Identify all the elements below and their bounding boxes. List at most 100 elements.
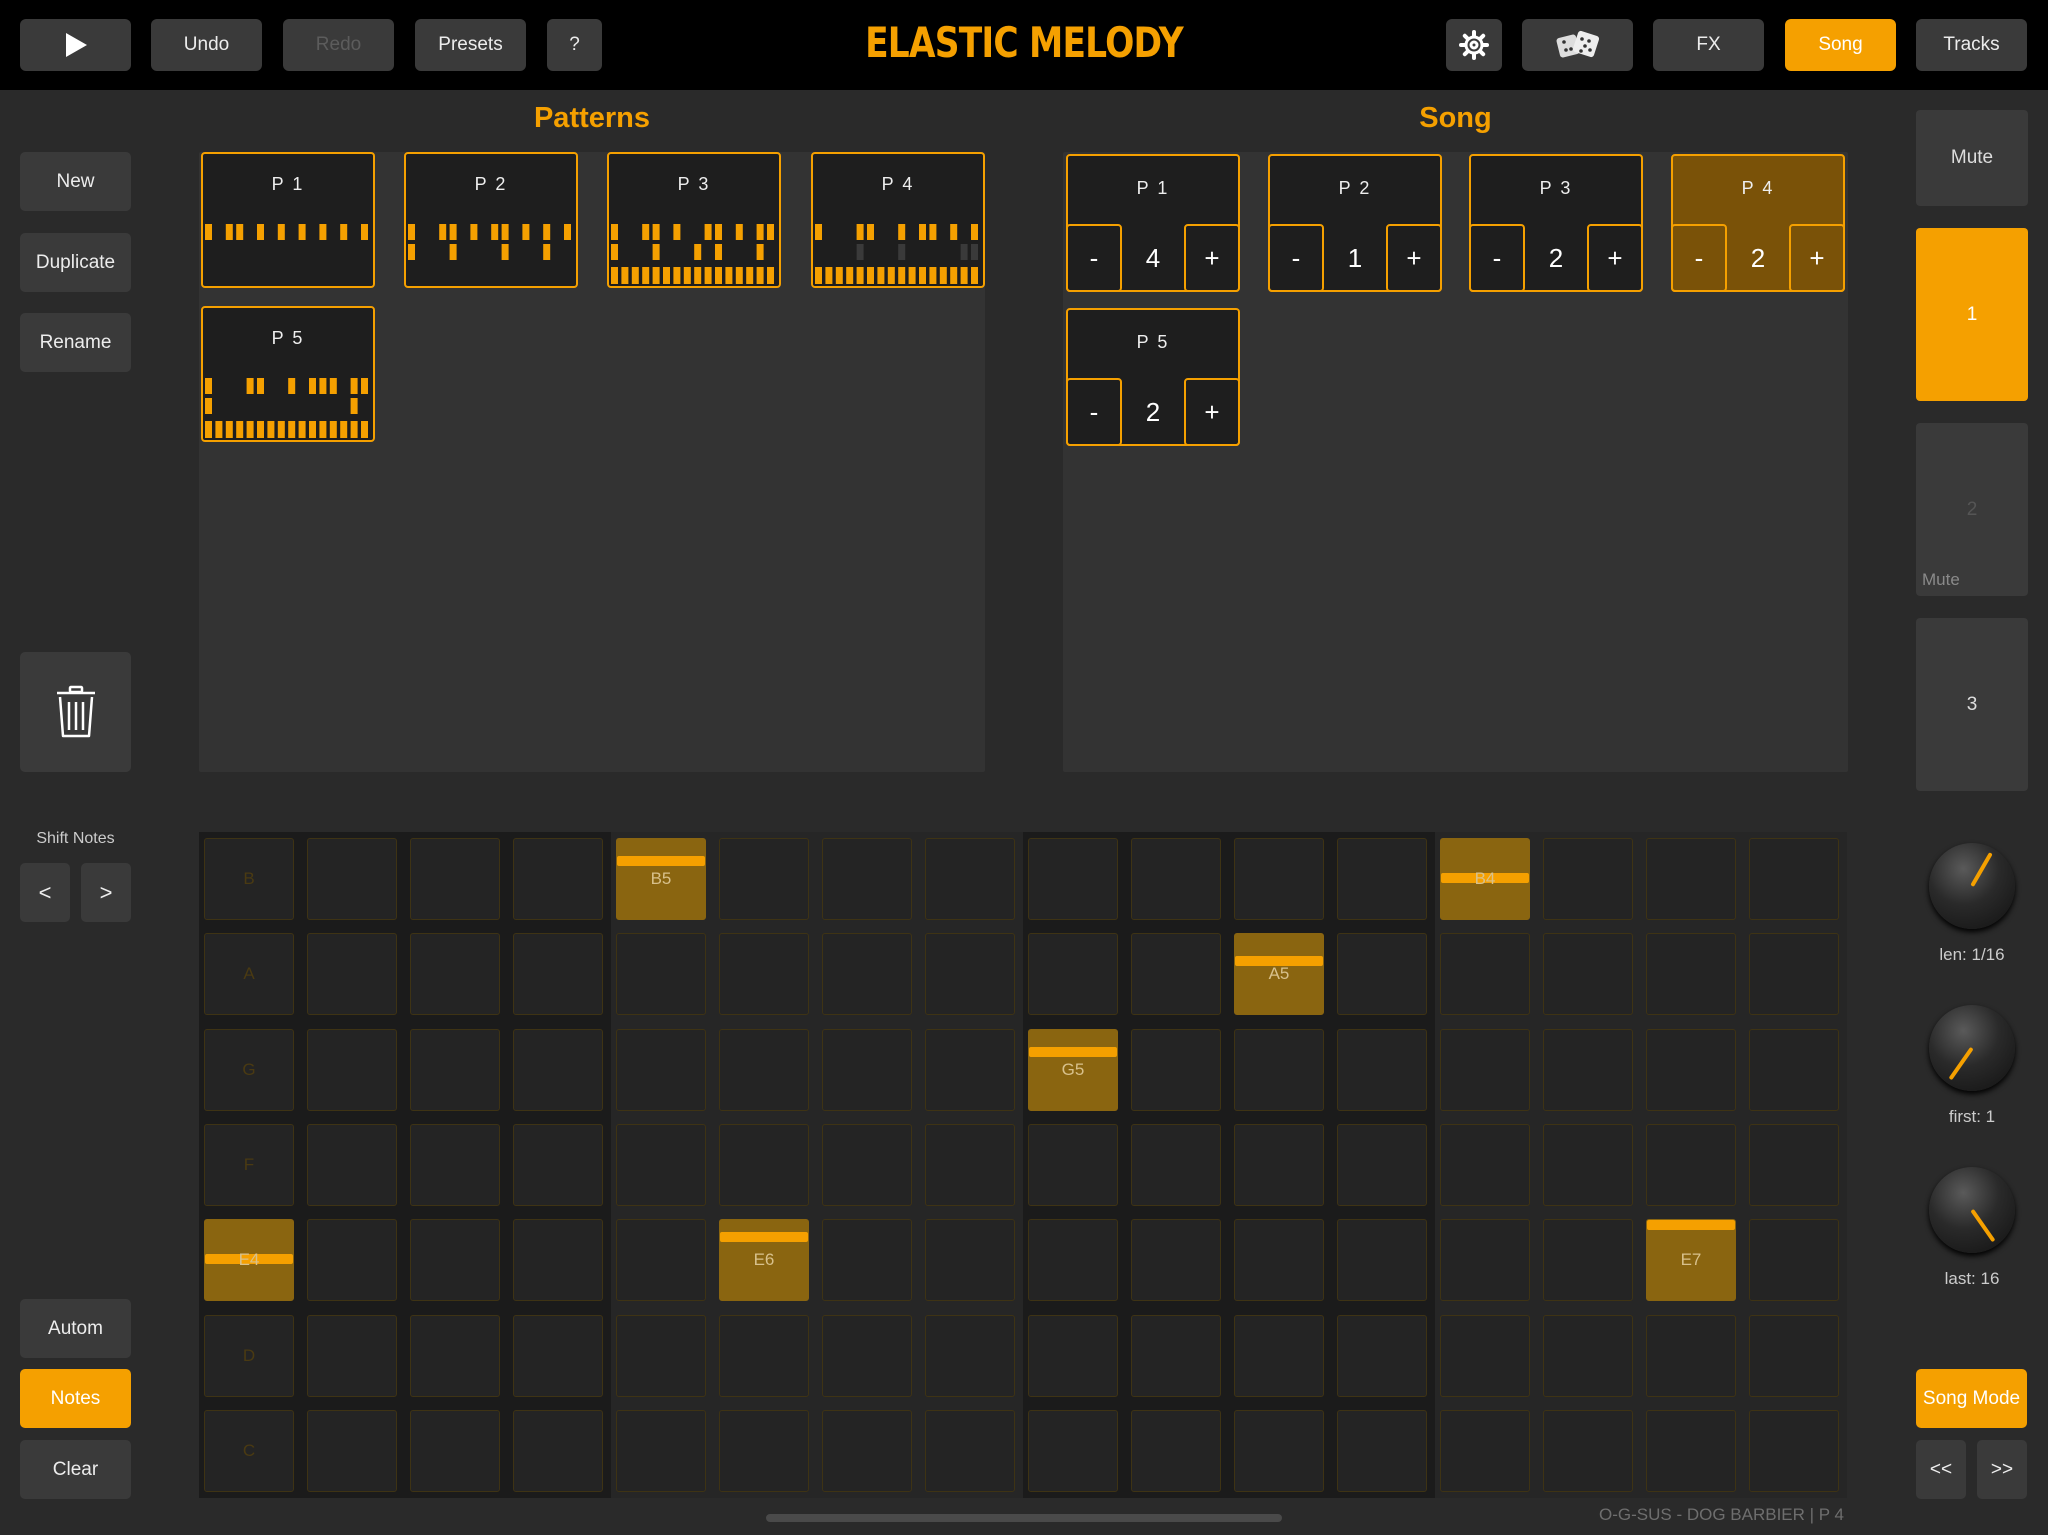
pattern-tile-5[interactable]: P 5 — [201, 306, 375, 442]
increment-button[interactable]: + — [1587, 224, 1643, 292]
delete-pattern-button[interactable] — [20, 652, 131, 772]
grid-cell[interactable] — [719, 933, 809, 1016]
grid-cell[interactable] — [925, 838, 1015, 920]
grid-cell[interactable] — [513, 933, 603, 1016]
notes-button[interactable]: Notes — [20, 1369, 131, 1428]
grid-cell[interactable] — [1131, 1123, 1221, 1206]
duplicate-pattern-button[interactable]: Duplicate — [20, 233, 131, 292]
grid-cell[interactable] — [616, 1028, 706, 1111]
grid-cell[interactable] — [1337, 838, 1427, 920]
note-cell[interactable]: G5 — [1028, 1028, 1118, 1111]
grid-cell[interactable] — [1131, 1314, 1221, 1397]
forward-button[interactable]: >> — [1977, 1440, 2027, 1499]
grid-cell[interactable] — [410, 933, 500, 1016]
grid-cell[interactable] — [307, 1123, 397, 1206]
track-2-button[interactable]: 2 Mute — [1916, 423, 2028, 596]
mute-button[interactable]: Mute — [1916, 110, 2028, 206]
grid-cell[interactable] — [1646, 1314, 1736, 1397]
increment-button[interactable]: + — [1789, 224, 1845, 292]
grid-cell[interactable] — [719, 1123, 809, 1206]
increment-button[interactable]: + — [1184, 224, 1240, 292]
grid-cell[interactable] — [719, 1314, 809, 1397]
grid-cell[interactable] — [513, 1314, 603, 1397]
note-velocity-bar[interactable] — [617, 856, 705, 866]
redo-button[interactable]: Redo — [283, 19, 394, 71]
grid-cell[interactable] — [513, 838, 603, 920]
clear-button[interactable]: Clear — [20, 1440, 131, 1499]
new-pattern-button[interactable]: New — [20, 152, 131, 211]
grid-cell[interactable]: C — [204, 1409, 294, 1492]
grid-cell[interactable] — [1234, 1123, 1324, 1206]
song-view-button[interactable]: Song — [1785, 19, 1896, 71]
note-velocity-bar[interactable] — [1647, 1220, 1735, 1231]
grid-cell[interactable] — [410, 838, 500, 920]
grid-cell[interactable] — [1028, 1314, 1118, 1397]
grid-cell[interactable] — [307, 838, 397, 920]
autom-button[interactable]: Autom — [20, 1299, 131, 1358]
grid-cell[interactable] — [1543, 838, 1633, 920]
rewind-button[interactable]: << — [1916, 1440, 1966, 1499]
decrement-button[interactable]: - — [1268, 224, 1324, 292]
grid-cell[interactable] — [1543, 1123, 1633, 1206]
song-tile-4[interactable]: P 4 -2 + — [1671, 154, 1845, 292]
note-cell[interactable]: A5 — [1234, 933, 1324, 1016]
grid-cell[interactable] — [307, 1028, 397, 1111]
grid-cell[interactable]: A — [204, 933, 294, 1016]
track-1-button[interactable]: 1 — [1916, 228, 2028, 401]
grid-cell[interactable] — [719, 1028, 809, 1111]
grid-cell[interactable] — [925, 1314, 1015, 1397]
play-button[interactable] — [20, 19, 131, 71]
grid-cell[interactable] — [307, 1409, 397, 1492]
presets-button[interactable]: Presets — [415, 19, 526, 71]
shift-right-button[interactable]: > — [81, 863, 131, 922]
note-velocity-bar[interactable] — [720, 1232, 808, 1243]
grid-cell[interactable] — [1749, 1219, 1839, 1302]
grid-cell[interactable] — [1543, 933, 1633, 1016]
note-cell[interactable]: B4 — [1440, 838, 1530, 920]
randomize-button[interactable] — [1522, 19, 1633, 71]
grid-cell[interactable] — [1028, 933, 1118, 1016]
grid-cell[interactable] — [1131, 1028, 1221, 1111]
note-cell[interactable]: E6 — [719, 1219, 809, 1302]
grid-cell[interactable] — [616, 1219, 706, 1302]
grid-cell[interactable]: D — [204, 1314, 294, 1397]
grid-cell[interactable] — [1028, 838, 1118, 920]
grid-cell[interactable] — [616, 1409, 706, 1492]
grid-cell[interactable] — [822, 933, 912, 1016]
grid-cell[interactable] — [513, 1028, 603, 1111]
first-step-knob[interactable] — [1929, 1005, 2015, 1091]
grid-cell[interactable] — [410, 1314, 500, 1397]
grid-cell[interactable] — [1749, 1028, 1839, 1111]
last-step-knob[interactable] — [1929, 1167, 2015, 1253]
grid-cell[interactable] — [1337, 1314, 1427, 1397]
decrement-button[interactable]: - — [1671, 224, 1727, 292]
grid-cell[interactable] — [1337, 933, 1427, 1016]
grid-cell[interactable] — [1028, 1219, 1118, 1302]
grid-cell[interactable] — [410, 1028, 500, 1111]
note-cell[interactable]: E7 — [1646, 1219, 1736, 1302]
song-tile-3[interactable]: P 3 -2 + — [1469, 154, 1643, 292]
grid-cell[interactable]: B — [204, 838, 294, 920]
grid-cell[interactable] — [1028, 1409, 1118, 1492]
grid-cell[interactable] — [513, 1123, 603, 1206]
grid-cell[interactable] — [822, 1123, 912, 1206]
grid-cell[interactable] — [925, 933, 1015, 1016]
grid-cell[interactable] — [1131, 933, 1221, 1016]
decrement-button[interactable]: - — [1469, 224, 1525, 292]
grid-cell[interactable] — [822, 1314, 912, 1397]
help-button[interactable]: ? — [547, 19, 602, 71]
settings-button[interactable] — [1446, 19, 1502, 71]
decrement-button[interactable]: - — [1066, 224, 1122, 292]
grid-cell[interactable] — [822, 1409, 912, 1492]
pattern-tile-4[interactable]: P 4 — [811, 152, 985, 288]
increment-button[interactable]: + — [1184, 378, 1240, 446]
grid-cell[interactable] — [1646, 1028, 1736, 1111]
grid-cell[interactable] — [1234, 1219, 1324, 1302]
track-3-button[interactable]: 3 — [1916, 618, 2028, 791]
grid-cell[interactable] — [1440, 933, 1530, 1016]
grid-cell[interactable] — [1749, 1314, 1839, 1397]
song-tile-1[interactable]: P 1 -4 + — [1066, 154, 1240, 292]
grid-cell[interactable] — [822, 838, 912, 920]
undo-button[interactable]: Undo — [151, 19, 262, 71]
grid-cell[interactable] — [513, 1409, 603, 1492]
